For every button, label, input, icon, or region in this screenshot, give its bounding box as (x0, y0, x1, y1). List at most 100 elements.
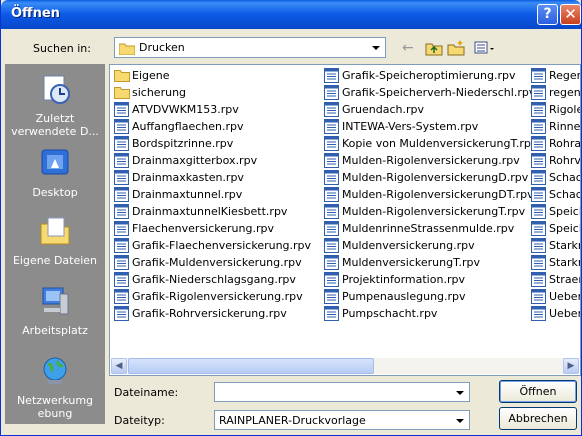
file-item[interactable]: Mulden-RigolenversickerungT.rpv (324, 203, 537, 220)
place-label: Netzwerkumgebung (16, 394, 94, 420)
file-name: Regen (549, 69, 581, 82)
file-item[interactable]: Grafik-Flaechenversickerung.rpv (114, 237, 311, 254)
file-item[interactable]: Mulden-RigolenversickerungD.rpv (324, 169, 537, 186)
open-button[interactable]: Öffnen (499, 380, 577, 403)
help-button[interactable]: ? (537, 4, 558, 25)
file-item[interactable]: MuldenversickerungT.rpv (324, 254, 537, 271)
chevron-down-icon[interactable] (452, 412, 468, 429)
file-name: sicherung (132, 86, 187, 99)
file-item[interactable]: ATVDVWKM153.rpv (114, 101, 311, 118)
file-item[interactable]: Rohrv (531, 152, 580, 169)
scroll-left-arrow-icon[interactable]: ◀ (111, 358, 127, 374)
file-item[interactable]: Grafik-Rohrversickerung.rpv (114, 305, 311, 322)
file-item[interactable]: Flaechenversickerung.rpv (114, 220, 311, 237)
file-item[interactable]: Pumpenauslegung.rpv (324, 288, 537, 305)
file-item[interactable]: Starkn (531, 237, 580, 254)
file-name: Schact (549, 171, 580, 184)
file-item[interactable]: regenr (531, 84, 580, 101)
new-folder-icon[interactable] (447, 40, 465, 56)
file-item[interactable]: Starkn (531, 254, 580, 271)
folder-icon (118, 42, 136, 58)
file-item[interactable]: Rigoler (531, 101, 580, 118)
file-item[interactable]: MuldenrinneStrassenmulde.rpv (324, 220, 537, 237)
file-item[interactable]: Drainmaxgitterbox.rpv (114, 152, 311, 169)
file-item[interactable]: Drainmaxtunnel.rpv (114, 186, 311, 203)
file-name: Muldenversickerung.rpv (342, 239, 475, 252)
views-menu-icon[interactable] (474, 40, 494, 56)
place-label: Zuletzt verwendete D... (11, 112, 99, 138)
scroll-thumb[interactable] (128, 358, 374, 374)
chevron-down-icon[interactable] (452, 384, 468, 401)
file-column-2: Grafik-Speicheroptimierung.rpv Grafik-Spe… (324, 67, 537, 322)
file-name: Grafik-Niederschlagsgang.rpv (132, 273, 296, 286)
file-name: Eigene (132, 69, 170, 82)
file-name: Rohral (549, 137, 581, 150)
folder-item[interactable]: sicherung (114, 84, 311, 101)
file-name: Grafik-Flaechenversickerung.rpv (132, 239, 312, 252)
filename-field[interactable] (214, 382, 470, 402)
file-item[interactable]: Schact (531, 169, 580, 186)
place-my-computer[interactable]: Arbeitsplatz (5, 284, 105, 337)
cancel-button[interactable]: Abbrechen (499, 407, 577, 430)
file-item[interactable]: Projektinformation.rpv (324, 271, 537, 288)
desktop-icon (5, 146, 105, 183)
file-name: Grafik-Rohrversickerung.rpv (132, 307, 287, 320)
file-item[interactable]: Speich (531, 220, 580, 237)
file-item[interactable]: Pumpschacht.rpv (324, 305, 537, 322)
file-list[interactable]: Eigene sicherung ATVDVWKM153.rpv Auffangfla… (109, 64, 581, 376)
chevron-down-icon[interactable] (368, 39, 384, 56)
file-item[interactable]: Kopie von MuldenversickerungT.rpv (324, 135, 537, 152)
file-item[interactable]: Gruendach.rpv (324, 101, 537, 118)
file-name: MuldenversickerungT.rpv (342, 256, 480, 269)
file-name: Drainmaxkasten.rpv (132, 171, 244, 184)
file-name: Mulden-Rigolenversickerung.rpv (342, 154, 520, 167)
folder-item[interactable]: Eigene (114, 67, 311, 84)
file-item[interactable]: INTEWA-Vers-System.rpv (324, 118, 537, 135)
file-item[interactable]: Mulden-Rigolenversickerung.rpv (324, 152, 537, 169)
file-name: Kopie von MuldenversickerungT.rpv (342, 137, 538, 150)
file-item[interactable]: Speich (531, 203, 580, 220)
file-name: ATVDVWKM153.rpv (132, 103, 239, 116)
file-item[interactable]: Ueberl (531, 305, 580, 322)
close-button[interactable]: ✕ (560, 4, 581, 25)
file-item[interactable]: Muldenversickerung.rpv (324, 237, 537, 254)
place-desktop[interactable]: Desktop (5, 146, 105, 199)
file-name: Mulden-RigolenversickerungDT.rpv (342, 188, 534, 201)
file-item[interactable]: DrainmaxtunnelKiesbett.rpv (114, 203, 311, 220)
file-name: Projektinformation.rpv (342, 273, 465, 286)
file-item[interactable]: Grafik-Speicheroptimierung.rpv (324, 67, 537, 84)
file-name: MuldenrinneStrassenmulde.rpv (342, 222, 515, 235)
network-places-icon (5, 354, 105, 391)
file-item[interactable]: Grafik-Speicherverh-Niederschl.rpv (324, 84, 537, 101)
places-bar: Zuletzt verwendete D... Desktop Eigene D… (5, 64, 105, 424)
file-item[interactable]: Mulden-RigolenversickerungDT.rpv (324, 186, 537, 203)
file-name: Mulden-RigolenversickerungT.rpv (342, 205, 526, 218)
file-item[interactable]: Straer (531, 271, 580, 288)
file-column-3: Regen regenr Rigoler Rinner Rohral Rohrv Schac… (531, 67, 581, 322)
title-bar[interactable]: Öffnen ? ✕ (1, 0, 581, 29)
look-in-dropdown[interactable]: Drucken (114, 37, 386, 58)
place-recent[interactable]: Zuletzt verwendete D... (5, 72, 105, 138)
file-item[interactable]: Schact (531, 186, 580, 203)
file-item[interactable]: Bordspitzrinne.rpv (114, 135, 311, 152)
up-folder-icon[interactable] (425, 40, 443, 56)
file-item[interactable]: Rohral (531, 135, 581, 152)
file-item[interactable]: Drainmaxkasten.rpv (114, 169, 311, 186)
place-network[interactable]: Netzwerkumgebung (5, 354, 105, 420)
file-item[interactable]: Regen (531, 67, 581, 84)
file-item[interactable]: Grafik-Muldenversickerung.rpv (114, 254, 311, 271)
place-label: Arbeitsplatz (22, 324, 88, 337)
file-name: Speich (549, 222, 580, 235)
file-item[interactable]: Grafik-Rigolenversickerung.rpv (114, 288, 311, 305)
filetype-dropdown[interactable]: RAINPLANER-Druckvorlage (214, 410, 470, 430)
scroll-right-arrow-icon[interactable]: ▶ (563, 358, 579, 374)
file-item[interactable]: Rinner (531, 118, 580, 135)
file-item[interactable]: Ueberl (531, 288, 580, 305)
file-item[interactable]: Grafik-Niederschlagsgang.rpv (114, 271, 311, 288)
back-arrow-icon[interactable]: ← (402, 40, 418, 56)
file-item[interactable]: Auffangflaechen.rpv (114, 118, 311, 135)
place-my-documents[interactable]: Eigene Dateien (5, 214, 105, 267)
file-name: Grafik-Muldenversickerung.rpv (132, 256, 302, 269)
file-name: Rigoler (549, 103, 580, 116)
horizontal-scrollbar[interactable]: ◀ ▶ (111, 358, 579, 374)
